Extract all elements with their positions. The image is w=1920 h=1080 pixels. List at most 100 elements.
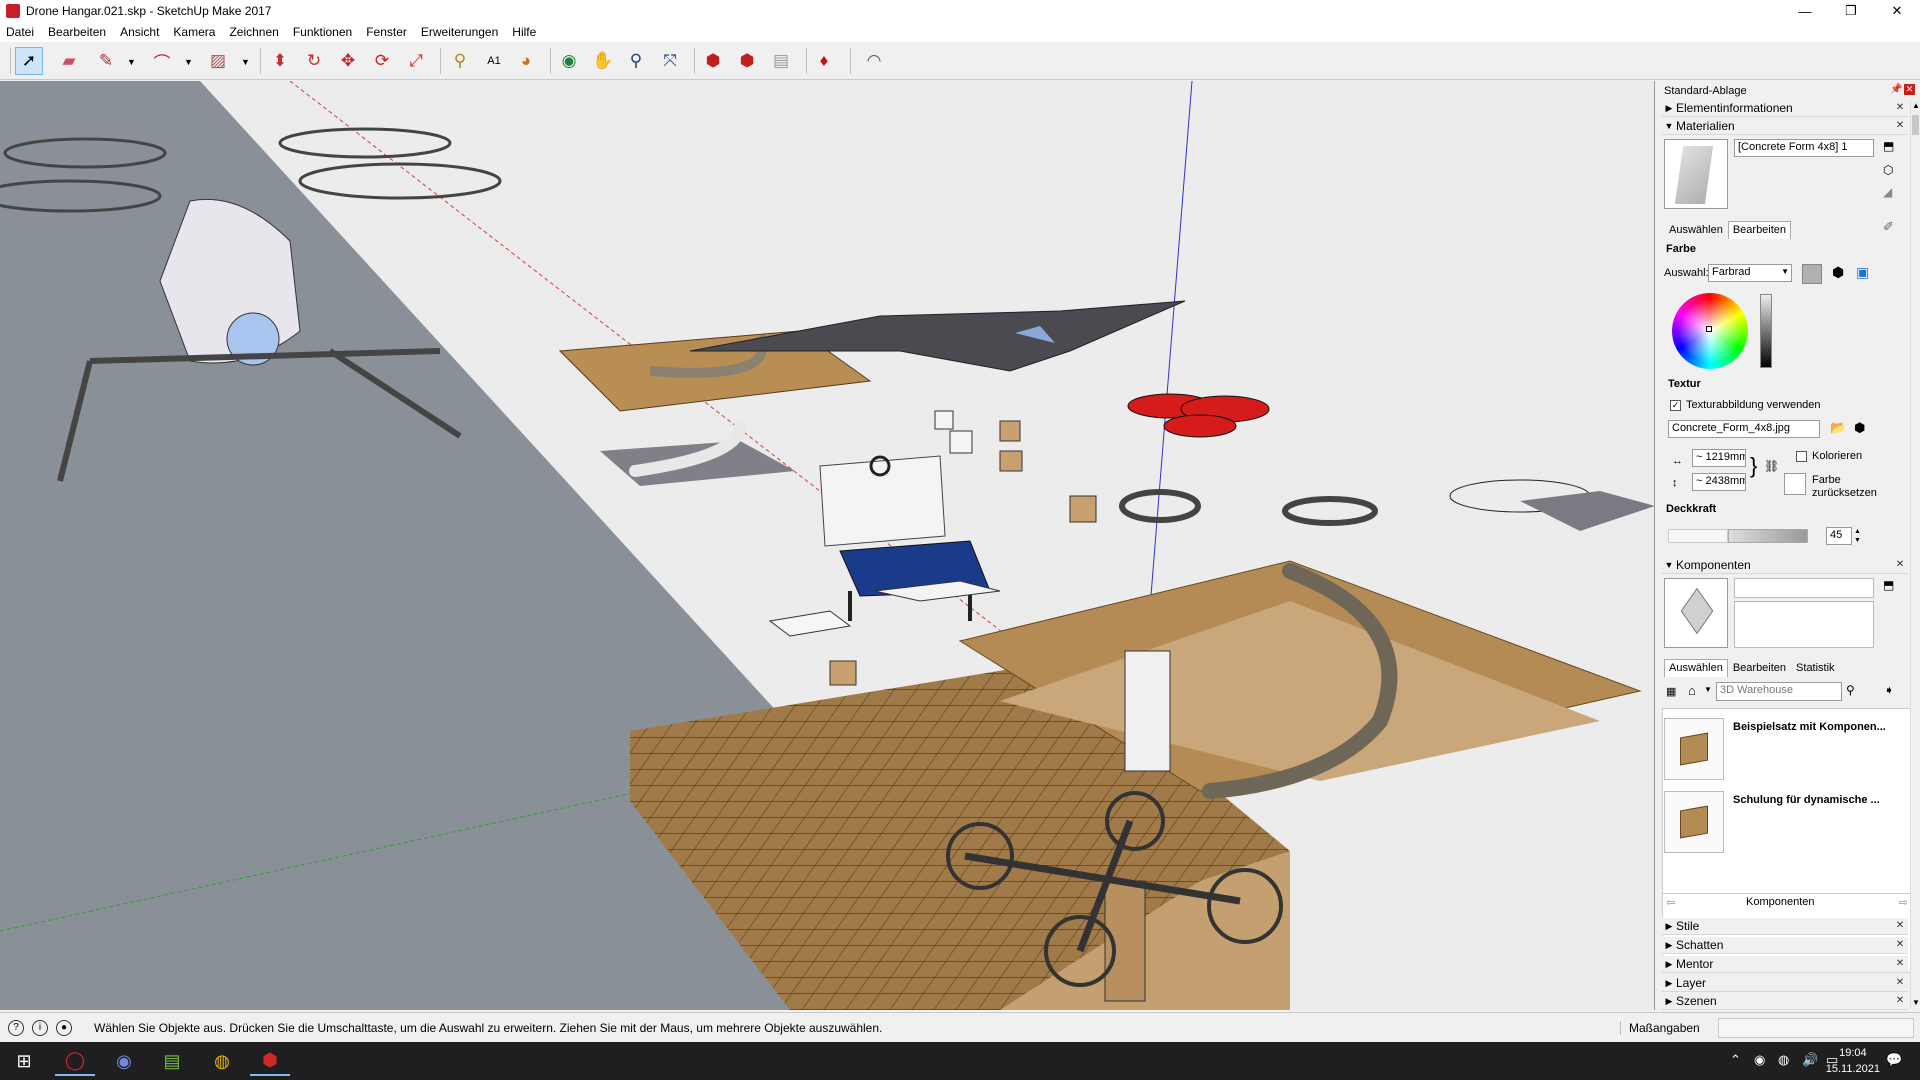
home-icon[interactable]: ⌂ bbox=[1688, 683, 1696, 698]
menu-funktionen[interactable]: Funktionen bbox=[293, 25, 352, 39]
sample-paint-icon[interactable]: ◢ bbox=[1883, 185, 1892, 199]
zoom-icon[interactable]: ⚲ bbox=[622, 47, 650, 75]
select-icon[interactable]: ➚ bbox=[15, 47, 43, 75]
panel-close-icon[interactable]: ✕ bbox=[1894, 559, 1906, 571]
menu-fenster[interactable]: Fenster bbox=[366, 25, 407, 39]
modeling-viewport[interactable] bbox=[0, 81, 1655, 1010]
match-color-screen-icon[interactable]: ▣ bbox=[1856, 264, 1869, 281]
texture-file-field[interactable]: Concrete_Form_4x8.jpg bbox=[1668, 420, 1820, 438]
push-pull-icon[interactable]: ⬍ bbox=[266, 47, 294, 75]
edit-texture-icon[interactable]: ⬢ bbox=[1854, 420, 1865, 436]
list-item[interactable] bbox=[1664, 791, 1724, 853]
minimize-button[interactable]: — bbox=[1782, 0, 1828, 22]
panel-schatten[interactable]: ▶ Schatten ✕ bbox=[1662, 937, 1908, 954]
browse-folder-icon[interactable]: 📂 bbox=[1830, 420, 1846, 436]
paint-bucket-icon[interactable]: ◕ bbox=[512, 47, 540, 75]
paint-default-icon[interactable]: ⬡ bbox=[1883, 163, 1893, 177]
back-arrow-icon[interactable]: ⇦ bbox=[1666, 896, 1675, 909]
tab-materials-edit[interactable]: Bearbeiten bbox=[1727, 221, 1792, 239]
panel-layer[interactable]: ▶ Layer ✕ bbox=[1662, 975, 1908, 992]
ruby-icon[interactable]: ♦ bbox=[810, 47, 838, 75]
panel-close-icon[interactable]: ✕ bbox=[1894, 958, 1906, 970]
search-icon[interactable]: ⚲ bbox=[1846, 683, 1855, 697]
tab-components-select[interactable]: Auswählen bbox=[1664, 659, 1728, 677]
color-wheel-cursor[interactable] bbox=[1706, 326, 1712, 332]
details-arrow-icon[interactable]: ➧ bbox=[1884, 683, 1894, 697]
credits-icon[interactable]: i bbox=[32, 1019, 48, 1036]
panel-materials[interactable]: ▼ Materialien ✕ bbox=[1662, 118, 1908, 135]
text-icon[interactable]: A1 bbox=[480, 47, 508, 75]
eyedropper-icon[interactable]: ✐ bbox=[1883, 219, 1894, 235]
rotate-icon[interactable]: ⟳ bbox=[368, 47, 396, 75]
pin-icon[interactable]: 📌 bbox=[1890, 84, 1902, 95]
discord-icon[interactable]: ◉ bbox=[104, 1046, 144, 1076]
discord-tray-icon[interactable]: ◉ bbox=[1754, 1052, 1765, 1068]
tab-materials-select[interactable]: Auswählen bbox=[1664, 221, 1728, 239]
menu-kamera[interactable]: Kamera bbox=[173, 25, 215, 39]
user-icon[interactable]: ● bbox=[56, 1019, 72, 1036]
layout-icon[interactable]: ▤ bbox=[767, 47, 795, 75]
panel-stile[interactable]: ▶ Stile ✕ bbox=[1662, 918, 1908, 935]
list-item-label[interactable]: Schulung für dynamische ... bbox=[1733, 794, 1880, 806]
menu-zeichnen[interactable]: Zeichnen bbox=[229, 25, 278, 39]
zoom-extents-icon[interactable]: ⤧ bbox=[656, 47, 684, 75]
texture-height-field[interactable]: ~ 2438mm bbox=[1692, 473, 1746, 491]
chrome-icon[interactable]: ◍ bbox=[202, 1046, 242, 1076]
rectangle-icon[interactable]: ▨ bbox=[204, 47, 232, 75]
match-color-model-icon[interactable]: ⬢ bbox=[1832, 264, 1844, 281]
panel-close-icon[interactable]: ✕ bbox=[1894, 939, 1906, 951]
maximize-button[interactable]: ❐ bbox=[1828, 0, 1874, 22]
menu-erweiterungen[interactable]: Erweiterungen bbox=[421, 25, 498, 39]
rectangle-dropdown-icon[interactable]: ▼ bbox=[241, 57, 250, 67]
menu-ansicht[interactable]: Ansicht bbox=[120, 25, 159, 39]
pan-icon[interactable]: ✋ bbox=[589, 47, 617, 75]
opacity-slider[interactable] bbox=[1728, 529, 1808, 543]
measurements-input[interactable] bbox=[1718, 1017, 1914, 1038]
color-picker-select[interactable]: Farbrad ▼ bbox=[1708, 264, 1792, 282]
menu-hilfe[interactable]: Hilfe bbox=[512, 25, 536, 39]
tab-components-edit[interactable]: Bearbeiten bbox=[1728, 659, 1791, 677]
scroll-up-icon[interactable]: ▲ bbox=[1912, 101, 1920, 110]
tray-scrollbar[interactable]: ▲ ▼ bbox=[1910, 99, 1920, 1009]
forward-arrow-icon[interactable]: ⇨ bbox=[1899, 896, 1908, 909]
component-description-field[interactable] bbox=[1734, 601, 1874, 648]
speaker-icon[interactable]: 🔊 bbox=[1802, 1052, 1818, 1068]
panel-close-icon[interactable]: ✕ bbox=[1894, 995, 1906, 1007]
scale-icon[interactable]: ⤢ bbox=[402, 47, 430, 75]
panel-close-icon[interactable]: ✕ bbox=[1894, 920, 1906, 932]
colorize-checkbox[interactable] bbox=[1796, 451, 1807, 462]
arc-dropdown-icon[interactable]: ▼ bbox=[184, 57, 193, 67]
opacity-spinner-icon[interactable]: ▲ ▼ bbox=[1854, 527, 1861, 545]
orbit-icon[interactable]: ◉ bbox=[555, 47, 583, 75]
brightness-slider[interactable] bbox=[1760, 294, 1772, 368]
geo-location-icon[interactable]: ? bbox=[8, 1019, 24, 1036]
panel-close-icon[interactable]: ✕ bbox=[1894, 120, 1906, 132]
notepad-icon[interactable]: ▤ bbox=[152, 1046, 192, 1076]
warehouse-search-input[interactable]: 3D Warehouse bbox=[1716, 682, 1842, 701]
component-name-field[interactable] bbox=[1734, 578, 1874, 598]
sandbox-icon[interactable]: ◠ bbox=[860, 47, 888, 75]
action-center-icon[interactable]: 💬 bbox=[1886, 1052, 1902, 1068]
panel-close-icon[interactable]: ✕ bbox=[1894, 102, 1906, 114]
panel-components[interactable]: ▼ Komponenten ✕ bbox=[1662, 557, 1908, 574]
arc-icon[interactable]: ⌒ bbox=[148, 47, 176, 75]
view-options-icon[interactable]: ▦ bbox=[1666, 685, 1676, 698]
taskbar-clock[interactable]: 19:04 15.11.2021 bbox=[1826, 1045, 1880, 1077]
scroll-down-icon[interactable]: ▼ bbox=[1912, 998, 1920, 1007]
warehouse-icon[interactable]: ⬢ bbox=[699, 47, 727, 75]
list-item-label[interactable]: Beispielsatz mit Komponen... bbox=[1733, 721, 1886, 733]
tape-measure-icon[interactable]: ⚲ bbox=[446, 47, 474, 75]
panel-entity-info[interactable]: ▶ Elementinformationen ✕ bbox=[1662, 100, 1908, 117]
opacity-slider-track-left[interactable] bbox=[1668, 529, 1728, 543]
nav-dropdown-icon[interactable]: ▼ bbox=[1704, 685, 1712, 694]
follow-me-icon[interactable]: ↻ bbox=[300, 47, 328, 75]
windows-start-icon[interactable]: ⊞ bbox=[4, 1046, 44, 1076]
menu-datei[interactable]: Datei bbox=[6, 25, 34, 39]
move-icon[interactable]: ✥ bbox=[334, 47, 362, 75]
texture-width-field[interactable]: ~ 1219mm bbox=[1692, 449, 1746, 467]
eraser-icon[interactable]: ▰ bbox=[55, 47, 83, 75]
list-item[interactable] bbox=[1664, 718, 1724, 780]
scroll-thumb[interactable] bbox=[1912, 115, 1919, 135]
close-button[interactable]: ✕ bbox=[1874, 0, 1920, 22]
menu-bearbeiten[interactable]: Bearbeiten bbox=[48, 25, 106, 39]
